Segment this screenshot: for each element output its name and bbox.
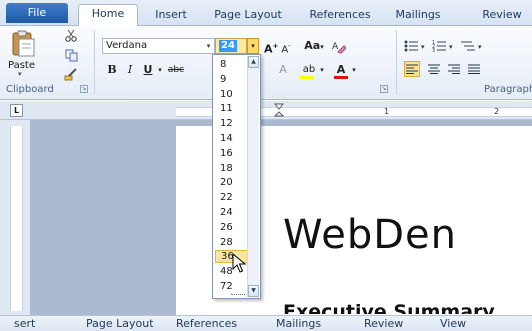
font-color-button[interactable]: A xyxy=(334,62,348,79)
svg-text:▾: ▾ xyxy=(449,43,453,51)
font-color-label: A xyxy=(336,63,346,76)
document-heading[interactable]: Executive Summary xyxy=(283,297,495,314)
document-title[interactable]: WebDen xyxy=(283,212,457,258)
group-divider xyxy=(396,30,397,94)
svg-text:▾: ▾ xyxy=(421,43,425,51)
tab-insert[interactable]: Insert xyxy=(146,6,196,26)
svg-text:▾: ▾ xyxy=(478,43,482,51)
tab-page-layout[interactable]: Page Layout xyxy=(86,317,154,331)
font-size-scrollbar[interactable]: ▲ ▼ xyxy=(247,56,259,297)
font-size-option[interactable]: 16 xyxy=(215,147,248,160)
paragraph-group-label: Paragraph xyxy=(484,84,532,95)
tab-mailings[interactable]: Mailings xyxy=(386,6,450,26)
font-size-option[interactable]: 18 xyxy=(215,162,248,175)
highlight-label: ab xyxy=(302,64,316,75)
vertical-ruler-strip xyxy=(10,126,23,311)
clipboard-group-label: Clipboard xyxy=(6,84,54,95)
svg-text:3: 3 xyxy=(432,48,435,53)
align-center-icon[interactable] xyxy=(426,61,442,77)
grow-font-label: A xyxy=(264,42,273,56)
font-size-option[interactable]: 9 xyxy=(215,73,248,86)
font-size-option[interactable]: 12 xyxy=(215,117,248,130)
font-size-option[interactable]: 8 xyxy=(215,58,248,71)
ribbon-home: Paste ▾ Clipboard ↘ Verdana ▾ 24 ▾ A+ A-… xyxy=(0,26,532,100)
ruler-mark: 1 xyxy=(384,107,390,116)
group-divider xyxy=(94,30,95,94)
change-case-button[interactable]: Aa▾ xyxy=(302,38,326,54)
tab-mailings[interactable]: Mailings xyxy=(276,317,321,331)
indent-marker-icon[interactable] xyxy=(274,103,284,119)
font-dialog-launcher-icon[interactable]: ↘ xyxy=(380,85,388,93)
font-size-option[interactable]: 22 xyxy=(215,191,248,204)
chevron-down-icon[interactable]: ▾ xyxy=(203,39,214,53)
strikethrough-button[interactable]: abc xyxy=(166,62,186,78)
multilevel-list-icon[interactable]: ▾ xyxy=(460,38,486,54)
justify-icon[interactable] xyxy=(466,61,482,77)
clear-formatting-icon[interactable]: A xyxy=(330,38,346,54)
tab-review[interactable]: Review xyxy=(472,6,532,26)
tab-review[interactable]: Review xyxy=(364,317,403,331)
align-left-icon[interactable] xyxy=(404,61,420,77)
resize-grip-icon[interactable] xyxy=(231,294,245,297)
font-size-dropdown-button[interactable]: ▾ xyxy=(247,38,259,54)
font-color-dropdown-icon[interactable]: ▾ xyxy=(350,62,358,78)
font-size-option[interactable]: 14 xyxy=(215,132,248,145)
scroll-down-icon[interactable]: ▼ xyxy=(248,285,259,297)
font-color-bar xyxy=(334,76,348,79)
tab-insert-partial[interactable]: sert xyxy=(14,317,35,331)
bullets-icon[interactable]: ▾ xyxy=(404,38,430,54)
underline-dropdown-icon[interactable]: ▾ xyxy=(156,62,164,78)
font-size-option[interactable]: 11 xyxy=(215,102,248,115)
grow-font-button[interactable]: A+ xyxy=(264,38,278,56)
change-case-label: Aa xyxy=(304,39,321,52)
align-right-icon[interactable] xyxy=(446,61,462,77)
underline-button[interactable]: U xyxy=(142,62,154,78)
numbering-icon[interactable]: 1 2 3 ▾ xyxy=(432,38,458,54)
clipboard-dialog-launcher-icon[interactable]: ↘ xyxy=(80,85,88,93)
font-size-option[interactable]: 72 xyxy=(215,280,248,293)
font-name-value: Verdana xyxy=(106,40,148,51)
bottom-tab-bar: sert Page Layout References Mailings Rev… xyxy=(0,315,532,331)
highlight-dropdown-icon[interactable]: ▾ xyxy=(318,62,326,78)
font-name-combo[interactable]: Verdana ▾ xyxy=(102,38,215,54)
ribbon-tab-bar: File Home Insert Page Layout References … xyxy=(0,0,532,27)
tab-references[interactable]: References xyxy=(176,317,237,331)
tab-page-layout[interactable]: Page Layout xyxy=(208,6,288,26)
mouse-pointer-icon xyxy=(232,252,248,273)
highlight-color-bar xyxy=(300,76,314,79)
font-size-combo[interactable]: 24 xyxy=(215,38,247,54)
font-size-option[interactable]: 28 xyxy=(215,236,248,249)
scroll-up-icon[interactable]: ▲ xyxy=(248,56,259,68)
font-size-value: 24 xyxy=(219,40,237,52)
paste-dropdown-icon[interactable]: ▾ xyxy=(18,70,22,78)
tab-file[interactable]: File xyxy=(6,3,68,23)
font-size-option[interactable]: 26 xyxy=(215,221,248,234)
tab-references[interactable]: References xyxy=(300,6,380,26)
shrink-font-button[interactable]: A- xyxy=(280,38,292,55)
tab-home[interactable]: Home xyxy=(78,4,138,27)
bold-button[interactable]: B xyxy=(106,62,118,78)
italic-button[interactable]: I xyxy=(124,62,136,78)
font-size-option[interactable]: 24 xyxy=(215,206,248,219)
ruler-mark: 2 xyxy=(494,107,500,116)
text-effects-button[interactable]: A xyxy=(276,62,290,78)
font-size-option[interactable]: 20 xyxy=(215,176,248,189)
font-size-option[interactable]: 10 xyxy=(215,88,248,101)
copy-icon[interactable] xyxy=(64,48,78,62)
paste-icon[interactable] xyxy=(10,29,36,57)
tab-selector-button[interactable]: L xyxy=(10,104,23,117)
cut-icon[interactable] xyxy=(64,28,78,42)
format-painter-icon[interactable] xyxy=(64,67,78,81)
highlight-color-button[interactable]: ab xyxy=(298,62,320,79)
svg-text:A: A xyxy=(332,42,339,52)
tab-view[interactable]: View xyxy=(440,317,466,331)
